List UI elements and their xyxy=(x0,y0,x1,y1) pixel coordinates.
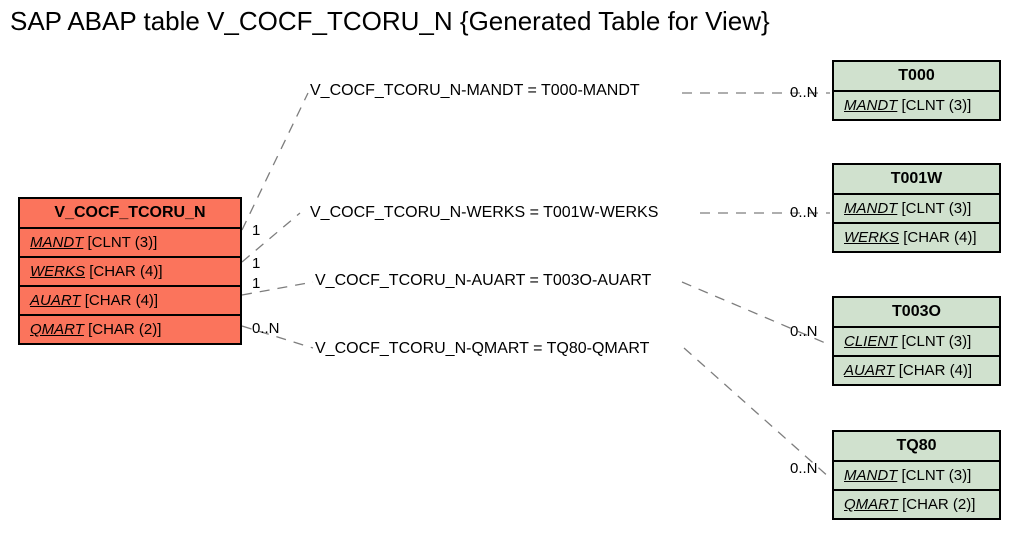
entity-t000: T000 MANDT [CLNT (3)] xyxy=(832,60,1001,121)
entity-main-header: V_COCF_TCORU_N xyxy=(20,199,240,229)
relation-label: V_COCF_TCORU_N-QMART = TQ80-QMART xyxy=(315,340,649,358)
entity-t001w-field: MANDT [CLNT (3)] xyxy=(834,195,999,224)
entity-t003o: T003O CLIENT [CLNT (3)] AUART [CHAR (4)] xyxy=(832,296,1001,386)
entity-t003o-field: AUART [CHAR (4)] xyxy=(834,357,999,384)
cardinality-left: 1 xyxy=(252,222,260,239)
entity-main-field: AUART [CHAR (4)] xyxy=(20,287,240,316)
entity-t001w-header: T001W xyxy=(834,165,999,195)
cardinality-left: 0..N xyxy=(252,320,280,337)
entity-main-field: MANDT [CLNT (3)] xyxy=(20,229,240,258)
entity-t001w: T001W MANDT [CLNT (3)] WERKS [CHAR (4)] xyxy=(832,163,1001,253)
entity-t001w-field: WERKS [CHAR (4)] xyxy=(834,224,999,251)
relation-label: V_COCF_TCORU_N-WERKS = T001W-WERKS xyxy=(310,204,658,222)
entity-tq80: TQ80 MANDT [CLNT (3)] QMART [CHAR (2)] xyxy=(832,430,1001,520)
cardinality-right: 0..N xyxy=(790,84,818,101)
entity-main: V_COCF_TCORU_N MANDT [CLNT (3)] WERKS [C… xyxy=(18,197,242,345)
entity-tq80-field: QMART [CHAR (2)] xyxy=(834,491,999,518)
entity-main-field: QMART [CHAR (2)] xyxy=(20,316,240,343)
entity-t000-header: T000 xyxy=(834,62,999,92)
relation-label: V_COCF_TCORU_N-MANDT = T000-MANDT xyxy=(310,82,640,100)
cardinality-right: 0..N xyxy=(790,460,818,477)
entity-tq80-field: MANDT [CLNT (3)] xyxy=(834,462,999,491)
relation-label: V_COCF_TCORU_N-AUART = T003O-AUART xyxy=(315,272,651,290)
cardinality-right: 0..N xyxy=(790,204,818,221)
cardinality-left: 1 xyxy=(252,275,260,292)
page-title: SAP ABAP table V_COCF_TCORU_N {Generated… xyxy=(10,6,770,37)
entity-tq80-header: TQ80 xyxy=(834,432,999,462)
entity-main-field: WERKS [CHAR (4)] xyxy=(20,258,240,287)
cardinality-right: 0..N xyxy=(790,323,818,340)
cardinality-left: 1 xyxy=(252,255,260,272)
entity-t000-field: MANDT [CLNT (3)] xyxy=(834,92,999,119)
entity-t003o-field: CLIENT [CLNT (3)] xyxy=(834,328,999,357)
entity-t003o-header: T003O xyxy=(834,298,999,328)
